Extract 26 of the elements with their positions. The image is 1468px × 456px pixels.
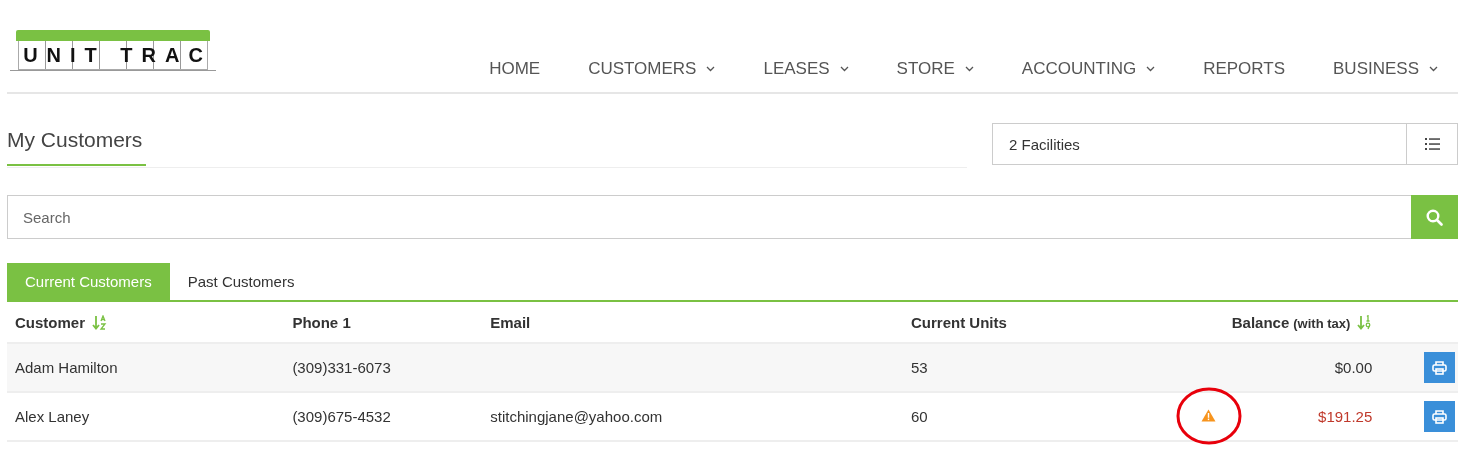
balance-amount: $0.00 xyxy=(1334,359,1373,376)
page-title: My Customers xyxy=(7,128,147,166)
nav-link[interactable]: LEASES xyxy=(739,59,873,79)
column-header[interactable]: Current Units xyxy=(911,313,1007,331)
tab[interactable]: Past Customers xyxy=(169,263,313,300)
nav-link[interactable]: BUSINESS xyxy=(1309,59,1458,79)
nav-link[interactable]: CUSTOMERS xyxy=(564,59,740,79)
column-header[interactable]: Phone 1 xyxy=(292,313,351,331)
facility-select[interactable]: 2 Facilities xyxy=(992,123,1458,165)
nav-link[interactable]: HOME xyxy=(465,59,565,79)
column-header[interactable]: Email xyxy=(490,313,531,331)
logo-text: UNIT TRAC xyxy=(22,43,212,67)
balance-amount: $191.25 xyxy=(1318,408,1373,425)
unit-count: 60 xyxy=(911,408,928,425)
unit-count: 53 xyxy=(911,359,928,376)
nav-link[interactable]: REPORTS xyxy=(1179,59,1309,79)
customer-name[interactable]: Alex Laney xyxy=(15,408,90,425)
nav-link[interactable]: STORE xyxy=(872,59,998,79)
phone-number: (309)675-4532 xyxy=(292,408,391,425)
column-header[interactable]: Balance (with tax) xyxy=(1231,313,1351,331)
search-field[interactable]: Search xyxy=(7,195,1411,239)
column-header[interactable]: Customer xyxy=(15,313,85,331)
customer-name[interactable]: Adam Hamilton xyxy=(15,359,118,376)
email-address: stitchingjane@yahoo.com xyxy=(490,408,663,425)
nav-link[interactable]: ACCOUNTING xyxy=(997,59,1180,79)
phone-number: (309)331-6073 xyxy=(292,359,391,376)
